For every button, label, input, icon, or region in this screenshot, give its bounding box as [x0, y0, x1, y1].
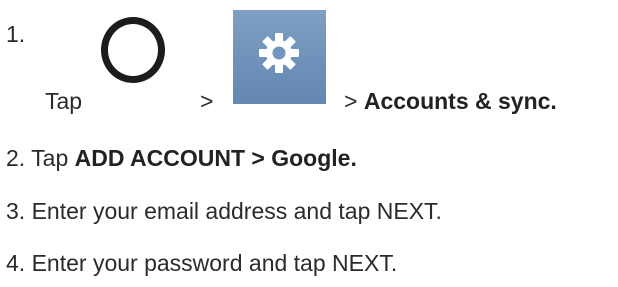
step-1-separator-1: > — [200, 88, 214, 114]
step-1-separator-2: > — [344, 88, 358, 114]
step-2-prefix: Tap — [31, 145, 69, 171]
step-2-action: ADD ACCOUNT > Google. — [74, 145, 357, 171]
step-4-number: 4. — [6, 250, 26, 276]
step-3-number: 3. — [6, 198, 26, 224]
instructions-page: { "steps": [ { "number": "1.", "tap": "T… — [0, 0, 618, 287]
step-1-number: 1. — [6, 21, 26, 47]
step-1-target: Accounts & sync. — [363, 88, 557, 114]
step-2-number: 2. — [6, 145, 26, 171]
home-circle-icon — [101, 17, 165, 83]
step-4: 4. Enter your password and tap NEXT. — [6, 249, 397, 277]
step-4-text: Enter your password and tap NEXT. — [31, 250, 398, 276]
step-3-text: Enter your email address and tap NEXT. — [31, 198, 442, 224]
step-3: 3. Enter your email address and tap NEXT… — [6, 197, 442, 225]
settings-gear-icon — [233, 10, 326, 104]
step-2: 2. Tap ADD ACCOUNT > Google. — [6, 144, 357, 172]
step-1-line: > Accounts & sync. — [344, 87, 557, 115]
step-1-tap-text: Tap — [45, 88, 83, 114]
